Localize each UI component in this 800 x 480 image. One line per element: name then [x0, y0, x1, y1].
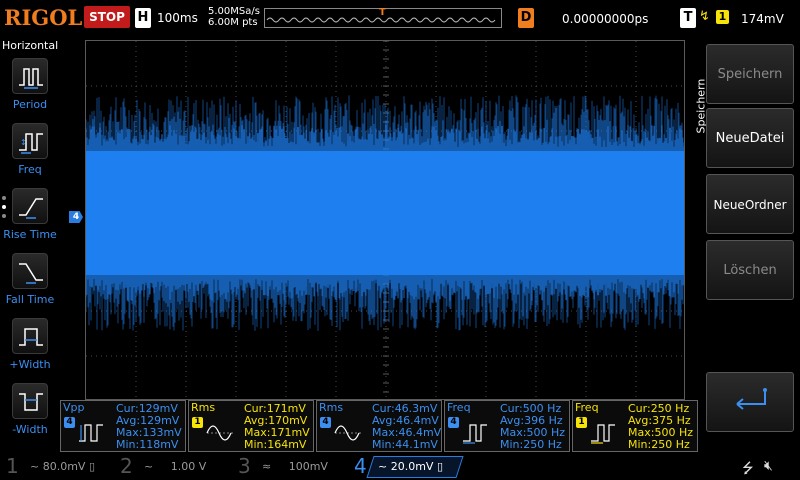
measurement-source-badge: 1	[192, 417, 203, 428]
ch2-scale: 1.00 V	[170, 460, 207, 473]
measurement-source-badge: 4	[64, 417, 75, 428]
ch4-bw-icon: ▯	[436, 460, 444, 473]
return-arrow-icon	[736, 388, 767, 410]
memory-depth: 6.00M pts	[208, 17, 258, 28]
min-value: Min:250 Hz	[500, 438, 562, 451]
trigger-edge-icon: ↯	[699, 9, 710, 24]
measure-period-item[interactable]: Period	[0, 58, 60, 122]
period-icon	[12, 58, 48, 94]
min-value: Min:250 Hz	[628, 438, 690, 451]
ch4-coupling: ~	[378, 460, 388, 473]
ch3-settings[interactable]: ≈ 100mV	[262, 456, 328, 478]
ch3-scale: 100mV	[288, 460, 328, 473]
ch1-coupling: ~	[30, 460, 40, 473]
ch2-settings[interactable]: ~ 1.00 V	[144, 456, 206, 478]
measurement-source-badge: 4	[320, 417, 331, 428]
measurement-rms-ch1[interactable]: Rms 1 Cur:171mV Avg:170mV Max:171mV Min:…	[188, 400, 314, 452]
fall-time-icon	[12, 253, 48, 289]
measurement-name: Freq	[575, 401, 599, 414]
rise-time-label: Rise Time	[3, 228, 57, 241]
sample-rate: 5.00MSa/s	[208, 6, 260, 17]
measurement-values: Cur:171mV Avg:170mV Max:171mV Min:164mV	[244, 403, 310, 451]
measure-neg-width-item[interactable]: -Width	[0, 383, 60, 447]
measurement-values: Cur:500 Hz Avg:396 Hz Max:500 Hz Min:250…	[500, 403, 565, 451]
measurement-values: Cur:250 Hz Avg:375 Hz Max:500 Hz Min:250…	[628, 403, 693, 451]
svg-text:↕: ↕	[20, 138, 27, 147]
ch3-coupling: ≈	[262, 460, 272, 473]
neue-datei-button[interactable]: NeueDatei	[706, 108, 794, 168]
measurement-name: Vpp	[63, 401, 85, 414]
min-value: Min:44.1mV	[372, 438, 438, 451]
waveform-grid[interactable]	[85, 40, 685, 400]
delay-value: 0.00000000ps	[562, 12, 649, 26]
ch1-settings[interactable]: ~ 80.0mV ▯	[30, 456, 95, 478]
pos-width-icon	[12, 318, 48, 354]
measure-rise-time-item[interactable]: Rise Time	[0, 188, 60, 252]
loeschen-button[interactable]: Löschen	[706, 240, 794, 300]
rise-time-icon	[12, 188, 48, 224]
neg-width-icon	[12, 383, 48, 419]
trigger-source-badge: 1	[716, 10, 729, 24]
sample-info: 5.00MSa/s 6.00M pts	[208, 6, 260, 28]
ch4-noise-trace	[86, 95, 684, 331]
freq-icon	[463, 424, 487, 444]
menu-page-indicator	[2, 196, 8, 223]
neg-width-label: -Width	[12, 423, 48, 436]
measurement-source-badge: 1	[576, 417, 587, 428]
measurement-freq-ch4[interactable]: Freq 4 Cur:500 Hz Avg:396 Hz Max:500 Hz …	[444, 400, 570, 452]
storage-menu-title: Speichern	[694, 78, 708, 134]
run-stop-button[interactable]: STOP	[84, 6, 130, 28]
rms-icon	[334, 425, 363, 441]
speichern-button[interactable]: Speichern	[706, 44, 794, 104]
period-label: Period	[12, 98, 48, 111]
measurement-name: Rms	[319, 401, 344, 414]
min-value: Min:164mV	[244, 438, 307, 451]
min-value: Min:118mV	[116, 438, 179, 451]
fall-time-label: Fall Time	[5, 293, 55, 306]
ch3-number[interactable]: 3	[238, 454, 251, 478]
ch4-number[interactable]: 4	[354, 454, 367, 478]
trigger-position-marker[interactable]: T	[379, 7, 386, 18]
timebase-value: 100ms	[157, 11, 198, 25]
ch4-offset-marker[interactable]: 4	[69, 211, 83, 223]
menu-title: Horizontal	[2, 39, 59, 52]
measurement-freq-ch1[interactable]: Freq 1 Cur:250 Hz Avg:375 Hz Max:500 Hz …	[572, 400, 698, 452]
pos-width-label: +Width	[9, 358, 51, 371]
speaker-muted-icon: 🔇︎	[764, 458, 773, 474]
measurement-rms-ch4[interactable]: Rms 4 Cur:46.3mV Avg:46.4mV Max:46.4mV M…	[316, 400, 442, 452]
freq-icon: ↕	[12, 123, 48, 159]
measurement-name: Freq	[447, 401, 471, 414]
ch2-coupling: ~	[144, 460, 154, 473]
measure-fall-time-item[interactable]: Fall Time	[0, 253, 60, 317]
ch4-scale: 20.0mV	[390, 460, 434, 473]
freq-label: Freq	[18, 163, 42, 176]
neue-ordner-button[interactable]: NeueOrdner	[706, 174, 794, 234]
measurement-values: Cur:46.3mV Avg:46.4mV Max:46.4mV Min:44.…	[372, 403, 441, 451]
horizontal-key[interactable]: H	[135, 8, 151, 28]
measurement-source-badge: 4	[448, 417, 459, 428]
freq-icon	[591, 424, 615, 444]
ch1-bw-icon: ▯	[88, 460, 96, 473]
measurement-values: Cur:129mV Avg:129mV Max:133mV Min:118mV	[116, 403, 182, 451]
return-button[interactable]	[706, 372, 794, 432]
vpp-icon	[79, 424, 103, 442]
top-status-bar: RIGOL STOP H 100ms 5.00MSa/s 6.00M pts T…	[0, 0, 800, 36]
rms-icon	[206, 425, 235, 441]
measurement-vpp-ch4[interactable]: Vpp 4 Cur:129mV Avg:129mV Max:133mV Min:…	[60, 400, 186, 452]
usb-icon: ⭍	[742, 461, 754, 477]
measurement-name: Rms	[191, 401, 216, 414]
measure-freq-item[interactable]: ↕ Freq	[0, 123, 60, 187]
trigger-level: 174mV	[741, 12, 784, 26]
delay-key[interactable]: D	[518, 8, 534, 28]
rigol-logo: RIGOL	[4, 5, 83, 30]
ch1-number[interactable]: 1	[6, 454, 19, 478]
ch2-number[interactable]: 2	[120, 454, 133, 478]
measure-side-menu: Horizontal Period ↕ Freq Rise Time Fall …	[0, 36, 60, 454]
trigger-key[interactable]: T	[680, 8, 696, 28]
measure-pos-width-item[interactable]: +Width	[0, 318, 60, 382]
ch1-scale: 80.0mV	[42, 460, 86, 473]
ch4-settings[interactable]: ~ 20.0mV ▯	[378, 456, 443, 478]
